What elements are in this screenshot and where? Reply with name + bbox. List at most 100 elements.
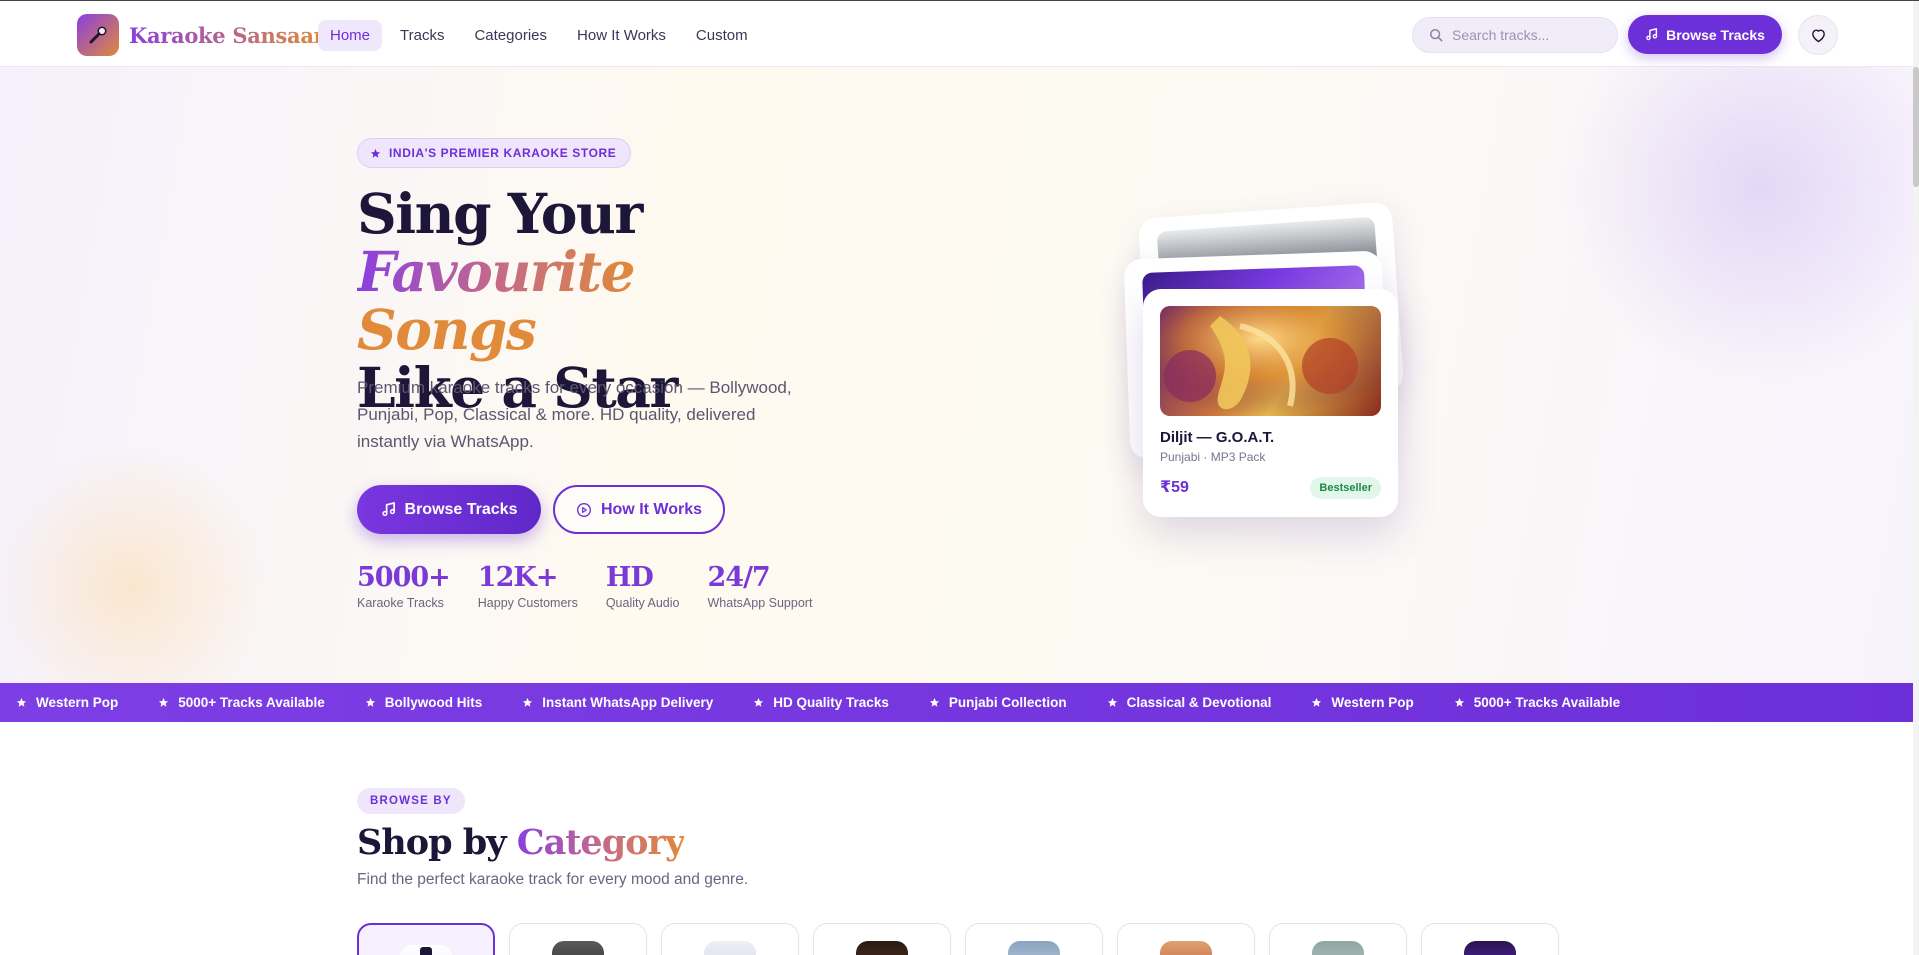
microphone-icon [77,14,119,56]
section-title-part1: Shop by [357,822,517,863]
star-icon [1454,697,1464,707]
nav-home[interactable]: Home [318,20,383,51]
star-icon [1312,697,1322,707]
ticker-label: Instant WhatsApp Delivery [542,695,714,710]
category-card[interactable] [813,923,951,955]
ticker-label: Western Pop [1331,695,1414,710]
ticker-item: Bollywood Hits [365,695,483,710]
hero-tag-label: INDIA'S PREMIER KARAOKE STORE [389,146,617,160]
star-icon [929,697,939,707]
search-box[interactable] [1412,17,1618,53]
ticker-label: 5000+ Tracks Available [178,695,325,710]
stat-value: HD [605,562,654,593]
category-thumbnail [856,941,908,955]
hero-stats: 5000+ Karaoke Tracks 12K+ Happy Customer… [357,562,812,610]
feature-ticker: Western Pop 5000+ Tracks Available Bolly… [0,683,1913,722]
site-header: Karaoke Sansaar Home Tracks Categories H… [0,0,1919,67]
ticker-item: 5000+ Tracks Available [1454,695,1620,710]
featured-track-card[interactable]: Diljit — G.O.A.T. Punjabi · MP3 Pack ₹59… [1143,289,1398,517]
star-icon [159,697,169,707]
card-title: Diljit — G.O.A.T. [1160,429,1275,446]
browse-by-tag: BROWSE BY [357,788,465,814]
hero-title-highlight1: Favourite [357,239,636,304]
ticker-item: Western Pop [16,695,118,710]
stat-item: 12K+ Happy Customers [478,562,578,610]
hero-description: Premium karaoke tracks for every occasio… [357,378,792,451]
card-price: ₹59 [1160,479,1189,496]
header-browse-label: Browse Tracks [1666,26,1765,43]
ticker-label: Punjabi Collection [948,695,1067,710]
brand-logo[interactable]: Karaoke Sansaar [77,14,325,56]
scrollbar-thumb[interactable] [1913,67,1919,187]
ticker-label: 5000+ Tracks Available [1473,695,1621,710]
category-card[interactable] [357,923,495,955]
ticker-item: Punjabi Collection [929,695,1067,710]
ticker-item: Western Pop [1311,695,1414,710]
wishlist-button[interactable] [1798,15,1838,55]
nav-how-it-works[interactable]: How It Works [565,20,678,51]
stat-label: Quality Audio [605,596,680,610]
category-thumbnail [552,941,604,955]
bestseller-badge: Bestseller [1310,477,1381,499]
card-subtitle: Punjabi · MP3 Pack [1160,450,1266,464]
stat-item: 24/7 WhatsApp Support [708,562,813,610]
star-icon [1107,697,1117,707]
hero-title-highlight2: Songs [357,297,537,362]
nav-categories[interactable]: Categories [462,20,559,51]
section-subtitle: Find the perfect karaoke track for every… [357,871,749,888]
category-card[interactable] [1421,923,1559,955]
page-scrollbar[interactable] [1913,1,1919,955]
heart-icon [1811,28,1825,42]
star-icon [523,697,533,707]
ticker-label: Western Pop [36,695,119,710]
play-circle-icon [576,502,591,517]
ticker-item: Instant WhatsApp Delivery [522,695,713,710]
category-thumbnail [1008,941,1060,955]
stat-label: WhatsApp Support [707,596,813,610]
section-title: Shop by Category [357,822,686,863]
ticker-label: Classical & Devotional [1126,695,1272,710]
stat-item: 5000+ Karaoke Tracks [357,562,451,610]
category-list [357,923,1559,955]
section-title-highlight: Category [516,822,686,863]
hero-how-it-works-label: How It Works [600,500,703,518]
main-nav: Home Tracks Categories How It Works Cust… [318,20,760,51]
stat-label: Happy Customers [477,596,578,610]
saxophone-image [1160,306,1381,416]
stat-value: 5000+ [357,562,451,593]
star-icon [754,697,764,707]
music-note-icon [1646,28,1658,41]
search-icon [1429,28,1443,42]
star-icon [16,697,27,707]
nav-custom[interactable]: Custom [684,20,760,51]
ticker-item: 5000+ Tracks Available [158,695,325,710]
brand-name: Karaoke Sansaar [129,22,325,48]
category-card[interactable] [1269,923,1407,955]
hero-browse-label: Browse Tracks [404,500,518,518]
star-icon [370,148,381,158]
hero-tag: INDIA'S PREMIER KARAOKE STORE [357,138,632,168]
category-card[interactable] [661,923,799,955]
ticker-label: Bollywood Hits [384,695,483,710]
stat-value: 24/7 [707,562,771,593]
ticker-item: HD Quality Tracks [753,695,889,710]
stat-label: Karaoke Tracks [357,596,444,610]
ticker-label: HD Quality Tracks [773,695,889,710]
music-note-icon [381,502,395,517]
hero-how-it-works-button[interactable]: How It Works [553,485,725,534]
category-thumbnail [1160,941,1212,955]
category-card[interactable] [1117,923,1255,955]
search-input[interactable] [1452,27,1602,43]
hero-browse-button[interactable]: Browse Tracks [357,485,541,534]
stat-value: 12K+ [477,562,559,593]
star-icon [365,697,375,707]
category-card[interactable] [509,923,647,955]
category-thumbnail [704,941,756,955]
category-card[interactable] [965,923,1103,955]
hero-section: INDIA'S PREMIER KARAOKE STORE Sing Your … [0,67,1913,683]
header-browse-button[interactable]: Browse Tracks [1628,15,1782,54]
nav-tracks[interactable]: Tracks [388,20,456,51]
microphone-icon [400,945,452,955]
hero-title-part1: Sing Your [357,181,643,246]
category-thumbnail [1464,941,1516,955]
